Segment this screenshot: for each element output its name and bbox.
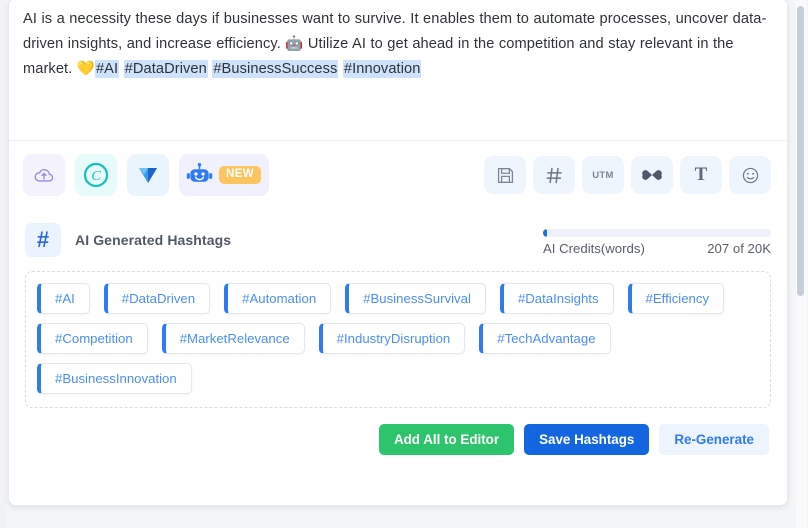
ai-credits-progress-bar <box>543 228 771 237</box>
regenerate-button[interactable]: Re-Generate <box>659 424 769 455</box>
save-button[interactable] <box>484 156 526 194</box>
hashtag-chip[interactable]: #IndustryDisruption <box>318 323 466 354</box>
vistacreate-icon <box>139 168 157 183</box>
robot-emoji: 🤖 <box>285 36 304 52</box>
ai-credits-label: AI Credits(words) <box>543 240 645 256</box>
canva-icon: C <box>83 162 109 188</box>
yellow-heart-emoji: 💛 <box>76 61 95 77</box>
vertical-scrollbar-track[interactable] <box>796 0 807 528</box>
hashtag-chip[interactable]: #BusinessInnovation <box>37 363 192 394</box>
inline-hashtag-datadriven: #DataDriven <box>123 60 208 78</box>
post-composer-card: AI is a necessity these days if business… <box>8 0 788 506</box>
inline-hashtag-businesssuccess: #BusinessSuccess <box>212 60 339 78</box>
shorten-link-button[interactable] <box>631 156 673 194</box>
emoji-button[interactable] <box>729 156 771 194</box>
hashtag-chip[interactable]: #Competition <box>37 323 148 354</box>
hashtag-chip[interactable]: #BusinessSurvival <box>345 283 486 314</box>
panel-hashtag-icon: # <box>25 223 61 257</box>
left-edge-strip <box>0 0 6 528</box>
panel-title: AI Generated Hashtags <box>75 232 232 248</box>
text-format-button[interactable]: T <box>680 156 722 194</box>
composer-toolbar: C NEW UTM T <box>9 141 787 209</box>
panel-header-left: # AI Generated Hashtags <box>25 223 231 257</box>
hashtag-chip[interactable]: #Efficiency <box>627 283 725 314</box>
ai-credits-progress-fill <box>543 228 547 237</box>
ai-hashtags-panel: # AI Generated Hashtags AI Credits(words… <box>9 211 787 455</box>
hashtag-chip[interactable]: #DataDriven <box>103 283 211 314</box>
save-icon <box>497 167 513 183</box>
emoji-icon <box>742 167 758 183</box>
vertical-scrollbar-thumb[interactable] <box>797 6 804 296</box>
toolbar-right-group: UTM T <box>484 156 771 194</box>
ai-credits-meter: AI Credits(words) 207 of 20K <box>543 225 771 256</box>
hashtag-chip[interactable]: #AI <box>37 283 90 314</box>
inline-hashtag-ai: #AI <box>94 60 120 78</box>
ai-robot-icon <box>186 163 213 182</box>
app-root: AI is a necessity these days if business… <box>0 0 808 528</box>
ai-credits-value: 207 of 20K <box>707 240 771 256</box>
hashtag-list: #AI #DataDriven #Automation #BusinessSur… <box>25 271 771 408</box>
add-all-to-editor-button[interactable]: Add All to Editor <box>378 424 515 455</box>
hashtag-icon <box>545 167 562 183</box>
composer-text[interactable]: AI is a necessity these days if business… <box>23 7 769 82</box>
panel-actions: Add All to Editor Save Hashtags Re-Gener… <box>9 408 787 455</box>
utm-label: UTM <box>592 169 614 181</box>
utm-button[interactable]: UTM <box>582 156 624 194</box>
hashtag-button[interactable] <box>533 156 575 194</box>
svg-text:C: C <box>91 169 101 184</box>
composer-area[interactable]: AI is a necessity these days if business… <box>9 0 787 141</box>
vistacreate-button[interactable] <box>127 154 169 196</box>
cloud-upload-icon <box>34 169 54 182</box>
hashtag-chip[interactable]: #TechAdvantage <box>479 323 611 354</box>
link-icon <box>642 170 662 180</box>
hashtag-chip[interactable]: #MarketRelevance <box>161 323 305 354</box>
hashtag-chip[interactable]: #Automation <box>224 283 332 314</box>
save-hashtags-button[interactable]: Save Hashtags <box>524 424 650 455</box>
new-badge: NEW <box>219 165 262 185</box>
inline-hashtag-innovation: #Innovation <box>342 60 422 78</box>
panel-header: # AI Generated Hashtags AI Credits(words… <box>9 211 787 257</box>
ai-credits-row: AI Credits(words) 207 of 20K <box>543 241 771 256</box>
cloud-upload-button[interactable] <box>23 154 65 196</box>
ai-assistant-button[interactable]: NEW <box>179 154 270 196</box>
canva-button[interactable]: C <box>75 154 117 196</box>
toolbar-left-group: C NEW <box>23 154 270 196</box>
text-format-icon: T <box>694 164 708 185</box>
hashtag-chip[interactable]: #DataInsights <box>499 283 614 314</box>
